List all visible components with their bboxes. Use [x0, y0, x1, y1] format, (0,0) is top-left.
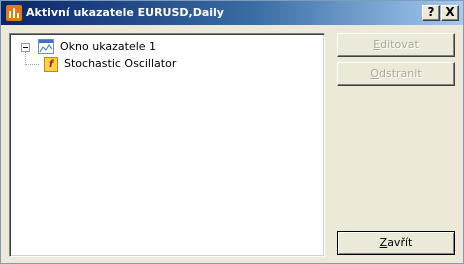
function-icon: f — [44, 57, 58, 72]
close-window-button[interactable]: X — [441, 5, 459, 21]
close-icon: X — [445, 5, 455, 19]
indicators-dialog: Aktivní ukazatele EURUSD,Daily ? X Okno … — [0, 0, 464, 264]
tree-node-indicator-window[interactable]: Okno ukazatele 1 — [60, 40, 156, 53]
help-button[interactable]: ? — [422, 5, 440, 21]
tree-node-stochastic-oscillator[interactable]: Stochastic Oscillator — [64, 57, 176, 70]
remove-button[interactable]: Odstranit — [337, 62, 455, 86]
tree-connector — [26, 64, 39, 65]
indicator-tree[interactable]: Okno ukazatele 1 f Stochastic Oscillator — [9, 33, 325, 257]
title-bar[interactable]: Aktivní ukazatele EURUSD,Daily ? X — [1, 1, 463, 25]
indicator-window-icon — [38, 39, 54, 54]
close-button[interactable]: Zavřít — [337, 231, 455, 255]
app-icon — [6, 5, 22, 21]
help-icon: ? — [427, 5, 435, 19]
edit-button[interactable]: Editovat — [337, 33, 455, 57]
collapse-icon[interactable] — [21, 43, 30, 52]
window-title: Aktivní ukazatele EURUSD,Daily — [26, 6, 224, 19]
